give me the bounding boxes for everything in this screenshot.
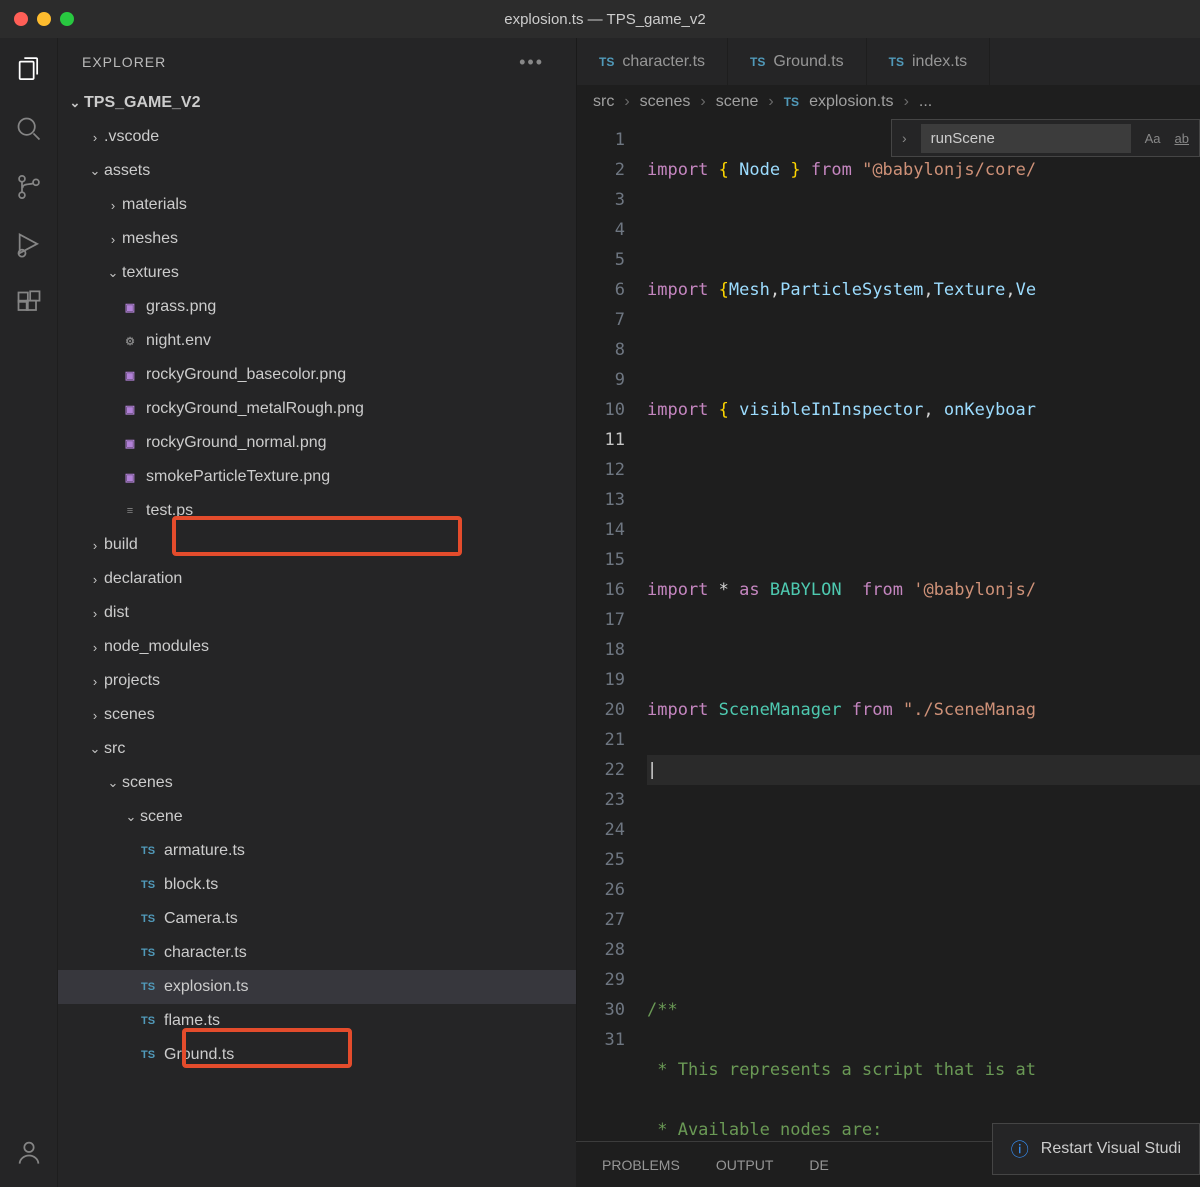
file-rocky-normal[interactable]: ▣rockyGround_normal.png	[58, 426, 576, 460]
file-night[interactable]: ⚙night.env	[58, 324, 576, 358]
tab-ground[interactable]: TSGround.ts	[728, 38, 867, 85]
tab-character[interactable]: TScharacter.ts	[577, 38, 728, 85]
typescript-icon: TS	[138, 1011, 158, 1031]
tab-index[interactable]: TSindex.ts	[867, 38, 990, 85]
typescript-icon: TS	[599, 55, 614, 69]
typescript-icon: TS	[784, 95, 799, 109]
folder-node-modules[interactable]: ›node_modules	[58, 630, 576, 664]
folder-dist[interactable]: ›dist	[58, 596, 576, 630]
file-ground[interactable]: TSGround.ts	[58, 1038, 576, 1072]
explorer-more-icon[interactable]: •••	[519, 52, 552, 73]
folder-meshes[interactable]: ›meshes	[58, 222, 576, 256]
folder-textures[interactable]: ⌄textures	[58, 256, 576, 290]
folder-declaration[interactable]: ›declaration	[58, 562, 576, 596]
search-icon[interactable]	[14, 114, 44, 144]
breadcrumb[interactable]: src› scenes› scene› TS explosion.ts› ...	[577, 85, 1200, 119]
typescript-icon: TS	[138, 841, 158, 861]
file-rocky-metalrough[interactable]: ▣rockyGround_metalRough.png	[58, 392, 576, 426]
folder-src[interactable]: ⌄src	[58, 732, 576, 766]
file-icon: ≡	[120, 501, 140, 521]
panel-debug[interactable]: DE	[809, 1157, 828, 1173]
explorer-icon[interactable]	[14, 56, 44, 86]
folder-materials[interactable]: ›materials	[58, 188, 576, 222]
folder-scenes[interactable]: ⌄scenes	[58, 766, 576, 800]
file-tree: ⌄TPS_GAME_V2 ›.vscode ⌄assets ›materials…	[58, 86, 576, 1187]
typescript-icon: TS	[889, 55, 904, 69]
folder-assets[interactable]: ⌄assets	[58, 154, 576, 188]
image-icon: ▣	[120, 399, 140, 419]
file-character[interactable]: TScharacter.ts	[58, 936, 576, 970]
editor-area: TScharacter.ts TSGround.ts TSindex.ts sr…	[576, 38, 1200, 1187]
file-armature[interactable]: TSarmature.ts	[58, 834, 576, 868]
typescript-icon: TS	[138, 1045, 158, 1065]
typescript-icon: TS	[750, 55, 765, 69]
account-icon[interactable]	[14, 1137, 44, 1167]
image-icon: ▣	[120, 365, 140, 385]
file-grass[interactable]: ▣grass.png	[58, 290, 576, 324]
titlebar: explosion.ts — TPS_game_v2	[0, 0, 1200, 38]
typescript-icon: TS	[138, 909, 158, 929]
code-editor[interactable]: 1234567891011121314151617181920212223242…	[577, 125, 1200, 1187]
file-explosion[interactable]: TSexplosion.ts	[58, 970, 576, 1004]
explorer-sidebar: EXPLORER ••• ⌄TPS_GAME_V2 ›.vscode ⌄asse…	[58, 38, 576, 1187]
line-gutter: 1234567891011121314151617181920212223242…	[577, 125, 647, 1187]
file-flame[interactable]: TSflame.ts	[58, 1004, 576, 1038]
file-block[interactable]: TSblock.ts	[58, 868, 576, 902]
image-icon: ▣	[120, 467, 140, 487]
folder-scene[interactable]: ⌄scene	[58, 800, 576, 834]
file-test-ps[interactable]: ≡test.ps	[58, 494, 576, 528]
close-window-button[interactable]	[14, 12, 28, 26]
image-icon: ▣	[120, 297, 140, 317]
find-widget[interactable]: › Aa ab	[891, 119, 1200, 157]
activity-bar	[0, 38, 58, 1187]
panel-problems[interactable]: PROBLEMS	[602, 1157, 680, 1173]
traffic-lights	[14, 12, 74, 26]
image-icon: ▣	[120, 433, 140, 453]
source-control-icon[interactable]	[14, 172, 44, 202]
notification-toast[interactable]: ⓘ Restart Visual Studi	[992, 1123, 1200, 1175]
typescript-icon: TS	[138, 943, 158, 963]
explorer-title: EXPLORER	[82, 54, 166, 70]
tree-root[interactable]: ⌄TPS_GAME_V2	[58, 86, 576, 120]
minimize-window-button[interactable]	[37, 12, 51, 26]
match-case-toggle[interactable]: Aa	[1145, 131, 1161, 146]
window-title: explosion.ts — TPS_game_v2	[74, 11, 1186, 28]
match-word-toggle[interactable]: ab	[1175, 131, 1189, 146]
file-smoke-particle[interactable]: ▣smokeParticleTexture.png	[58, 460, 576, 494]
folder-projects[interactable]: ›projects	[58, 664, 576, 698]
panel-output[interactable]: OUTPUT	[716, 1157, 774, 1173]
gear-icon: ⚙	[120, 331, 140, 351]
file-rocky-basecolor[interactable]: ▣rockyGround_basecolor.png	[58, 358, 576, 392]
typescript-icon: TS	[138, 977, 158, 997]
file-camera[interactable]: TSCamera.ts	[58, 902, 576, 936]
typescript-icon: TS	[138, 875, 158, 895]
notification-text: Restart Visual Studi	[1041, 1140, 1181, 1158]
folder-build[interactable]: ›build	[58, 528, 576, 562]
info-icon: ⓘ	[1011, 1136, 1029, 1162]
find-input[interactable]	[921, 124, 1131, 153]
folder-scenes-root[interactable]: ›scenes	[58, 698, 576, 732]
editor-tabs: TScharacter.ts TSGround.ts TSindex.ts	[577, 38, 1200, 85]
extensions-icon[interactable]	[14, 288, 44, 318]
run-debug-icon[interactable]	[14, 230, 44, 260]
chevron-right-icon[interactable]: ›	[902, 130, 907, 146]
maximize-window-button[interactable]	[60, 12, 74, 26]
folder-vscode[interactable]: ›.vscode	[58, 120, 576, 154]
